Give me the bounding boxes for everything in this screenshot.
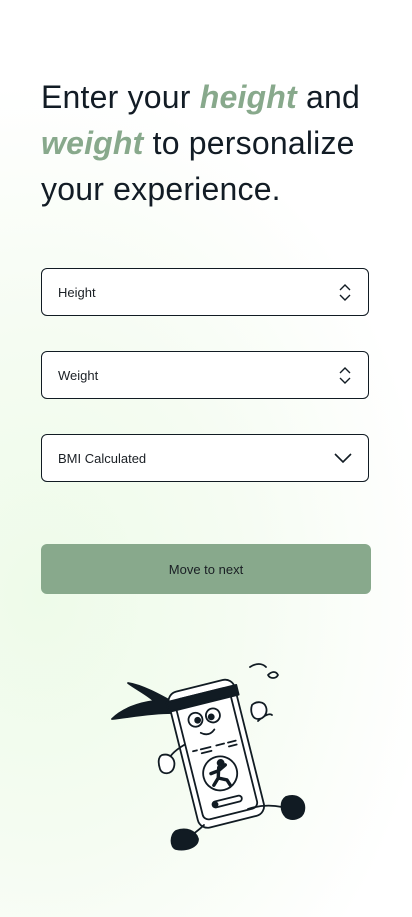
- bmi-select[interactable]: BMI Calculated: [41, 434, 369, 482]
- weight-field[interactable]: Weight: [41, 351, 369, 399]
- weight-label: Weight: [58, 367, 99, 383]
- title-text-1: Enter your: [41, 79, 200, 115]
- title-text-2: and: [296, 79, 360, 115]
- height-stepper[interactable]: [338, 283, 352, 301]
- chevron-down-icon[interactable]: [334, 452, 352, 464]
- height-field[interactable]: Height: [41, 268, 369, 316]
- title-accent-weight: weight: [41, 125, 144, 161]
- height-label: Height: [58, 284, 96, 300]
- running-phone-mascot-illustration: [111, 663, 306, 851]
- page-title: Enter your height and weight to personal…: [41, 74, 381, 212]
- weight-stepper[interactable]: [338, 366, 352, 384]
- chevron-down-icon[interactable]: [339, 294, 351, 301]
- chevron-down-icon[interactable]: [339, 377, 351, 384]
- chevron-up-icon[interactable]: [339, 366, 351, 374]
- move-to-next-button[interactable]: Move to next: [41, 544, 371, 594]
- title-accent-height: height: [199, 79, 297, 115]
- chevron-up-icon[interactable]: [339, 283, 351, 291]
- bmi-label: BMI Calculated: [58, 450, 147, 466]
